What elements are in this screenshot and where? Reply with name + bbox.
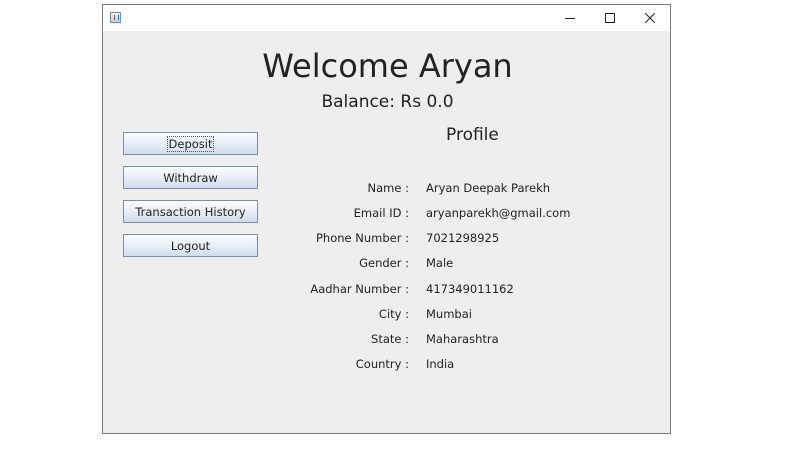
- balance-label: Balance: Rs 0.0: [321, 92, 454, 112]
- close-button[interactable]: [630, 5, 670, 31]
- country-value: India: [426, 357, 455, 371]
- phone-value: 7021298925: [426, 231, 500, 245]
- withdraw-button-label: Withdraw: [163, 170, 218, 185]
- java-app-icon: [110, 12, 121, 23]
- profile-title: Profile: [446, 125, 499, 145]
- gender-value: Male: [426, 256, 454, 270]
- close-icon: [645, 13, 655, 23]
- state-value: Maharashtra: [426, 332, 499, 346]
- state-label: State :: [371, 332, 409, 346]
- aadhar-value: 417349011162: [426, 282, 514, 296]
- name-value: Aryan Deepak Parekh: [426, 181, 551, 195]
- logout-button[interactable]: Logout: [123, 234, 258, 257]
- country-label: Country :: [355, 357, 409, 371]
- email-label: Email ID :: [353, 206, 409, 220]
- minimize-icon: [565, 18, 575, 19]
- minimize-button[interactable]: [550, 5, 590, 31]
- city-label: City :: [378, 307, 409, 321]
- withdraw-button[interactable]: Withdraw: [123, 166, 258, 189]
- city-value: Mumbai: [426, 307, 472, 321]
- app-window: Welcome Aryan Balance: Rs 0.0 Profile De…: [102, 4, 671, 434]
- title-bar[interactable]: [103, 5, 670, 31]
- email-value: aryanparekh@gmail.com: [426, 206, 571, 220]
- maximize-icon: [605, 13, 615, 23]
- logout-button-label: Logout: [170, 238, 211, 253]
- transaction-history-button-label: Transaction History: [135, 204, 246, 219]
- transaction-history-button[interactable]: Transaction History: [123, 200, 258, 223]
- welcome-heading: Welcome Aryan: [262, 47, 513, 85]
- aadhar-label: Aadhar Number :: [310, 282, 409, 296]
- deposit-button-label: Deposit: [166, 135, 215, 152]
- phone-label: Phone Number :: [315, 231, 409, 245]
- deposit-button[interactable]: Deposit: [123, 132, 258, 155]
- gender-label: Gender :: [359, 256, 409, 270]
- name-label: Name :: [367, 181, 409, 195]
- maximize-button[interactable]: [590, 5, 630, 31]
- main-panel: Welcome Aryan Balance: Rs 0.0 Profile De…: [103, 31, 670, 433]
